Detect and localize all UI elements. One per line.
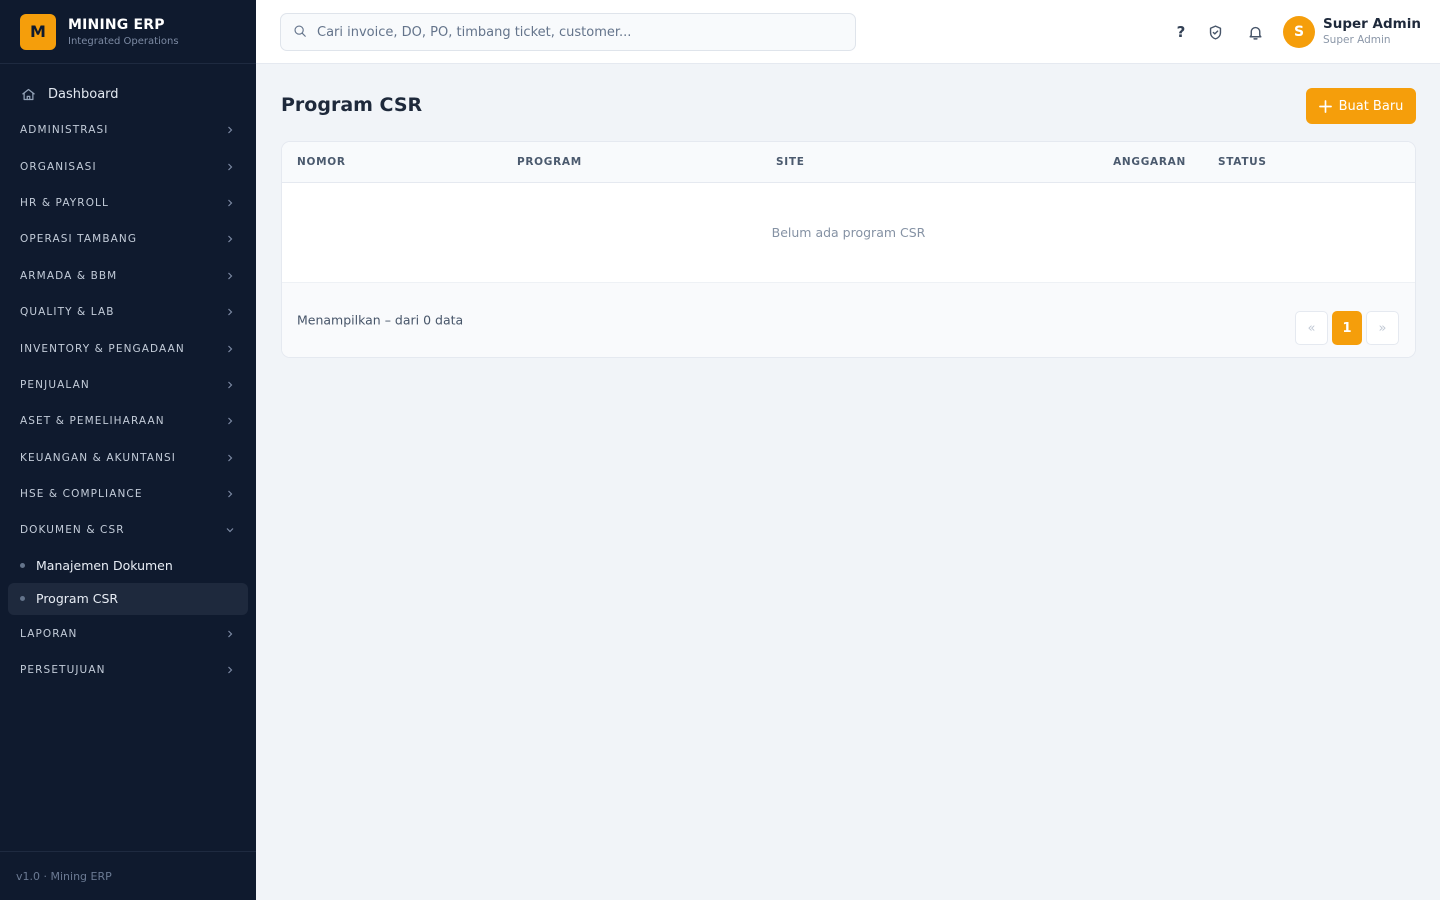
sidebar: M MINING ERP Integrated Operations Dashb… [0, 0, 256, 900]
create-new-label: Buat Baru [1338, 98, 1404, 114]
search-box[interactable] [280, 13, 856, 51]
sidebar-group-armada-bbm[interactable]: ARMADA & BBM [0, 258, 256, 294]
sidebar-group-keuangan-akuntansi[interactable]: KEUANGAN & AKUNTANSI [0, 440, 256, 476]
chevron-right-icon [224, 197, 236, 209]
sidebar-group-hse-compliance[interactable]: HSE & COMPLIANCE [0, 476, 256, 512]
sidebar-group-operasi-tambang[interactable]: OPERASI TAMBANG [0, 221, 256, 257]
sidebar-group-label: OPERASI TAMBANG [20, 233, 138, 246]
brand-name: MINING ERP [68, 16, 165, 33]
chevron-right-icon [224, 306, 236, 318]
sidebar-item-program-csr[interactable]: Program CSR [8, 582, 248, 615]
sidebar-group-quality-lab[interactable]: QUALITY & LAB [0, 294, 256, 330]
chevron-right-icon [224, 452, 236, 464]
brand-text: MINING ERP Integrated Operations [68, 17, 179, 47]
pagination-page-button[interactable]: 1 [1332, 311, 1362, 345]
chevron-right-icon [224, 124, 236, 136]
chevron-right-icon [224, 161, 236, 173]
chevron-right-icon [224, 415, 236, 427]
chevron-right-icon [224, 488, 236, 500]
user-role: Super Admin [1323, 34, 1391, 46]
pagination-summary: Menampilkan – dari 0 data [297, 312, 464, 328]
sidebar-nav: Dashboard ADMINISTRASI ORGANISASI HR & P… [0, 64, 256, 688]
bell-icon[interactable] [1244, 21, 1266, 43]
column-header-status[interactable]: STATUS [1218, 156, 1267, 168]
sidebar-group-label: DOKUMEN & CSR [20, 524, 125, 537]
column-header-site[interactable]: SITE [776, 156, 805, 168]
column-header-nomor[interactable]: NOMOR [297, 156, 346, 168]
chevron-right-icon [224, 379, 236, 391]
csr-table-card: NOMOR PROGRAM SITE ANGGARAN STATUS Belum… [281, 141, 1416, 358]
home-icon [20, 86, 36, 102]
sidebar-group-label: HSE & COMPLIANCE [20, 488, 143, 501]
pagination-prev-button[interactable]: « [1295, 311, 1328, 345]
column-header-program[interactable]: PROGRAM [517, 156, 582, 168]
page-title: Program CSR [281, 94, 423, 116]
sidebar-group-persetujuan[interactable]: PERSETUJUAN [0, 652, 256, 688]
sidebar-group-label: PENJUALAN [20, 378, 90, 391]
help-icon[interactable]: ? [1170, 21, 1192, 43]
sidebar-group-label: QUALITY & LAB [20, 306, 115, 319]
sidebar-group-label: ADMINISTRASI [20, 124, 109, 137]
sidebar-group-inventory-pengadaan[interactable]: INVENTORY & PENGADAAN [0, 330, 256, 366]
sidebar-group-administrasi[interactable]: ADMINISTRASI [0, 112, 256, 148]
chevron-right-icon [224, 628, 236, 640]
brand-logo: M [20, 13, 56, 50]
sidebar-group-hr-payroll[interactable]: HR & PAYROLL [0, 185, 256, 221]
table-header: NOMOR PROGRAM SITE ANGGARAN STATUS [282, 142, 1415, 183]
chevron-right-icon [224, 270, 236, 282]
sidebar-group-laporan[interactable]: LAPORAN [0, 616, 256, 652]
topbar: ? S Super Admin Super Admin [256, 0, 1440, 64]
sidebar-group-label: ASET & PEMELIHARAAN [20, 415, 165, 428]
chevron-right-icon [224, 233, 236, 245]
table-empty-state: Belum ada program CSR [282, 183, 1415, 283]
search-icon [293, 23, 307, 42]
table-footer: Menampilkan – dari 0 data « 1 » [282, 283, 1415, 357]
sidebar-group-aset-pemeliharaan[interactable]: ASET & PEMELIHARAAN [0, 403, 256, 439]
sidebar-group-label: ARMADA & BBM [20, 269, 118, 282]
shield-check-icon[interactable] [1204, 21, 1226, 43]
pagination-next-button[interactable]: » [1366, 311, 1399, 345]
chevron-right-icon [224, 343, 236, 355]
sidebar-group-label: KEUANGAN & AKUNTANSI [20, 451, 177, 464]
sidebar-item-label: Dashboard [48, 86, 119, 102]
sidebar-group-dokumen-csr[interactable]: DOKUMEN & CSR [0, 512, 256, 548]
column-header-anggaran[interactable]: ANGGARAN [1113, 156, 1186, 168]
create-new-button[interactable]: Buat Baru [1306, 88, 1416, 124]
sidebar-group-label: LAPORAN [20, 627, 78, 640]
brand-subtitle: Integrated Operations [68, 35, 179, 47]
sidebar-group-label: HR & PAYROLL [20, 196, 109, 209]
sidebar-group-penjualan[interactable]: PENJUALAN [0, 367, 256, 403]
sidebar-group-organisasi[interactable]: ORGANISASI [0, 148, 256, 184]
sidebar-item-dashboard[interactable]: Dashboard [8, 76, 248, 112]
sidebar-item-label: Manajemen Dokumen [36, 558, 173, 574]
chevron-down-icon [224, 524, 236, 536]
avatar[interactable]: S [1283, 16, 1315, 48]
plus-icon [1318, 99, 1332, 113]
sidebar-item-label: Program CSR [36, 591, 119, 607]
bullet-dot-icon [20, 596, 25, 602]
pagination: « 1 » [1291, 311, 1399, 345]
sidebar-item-manajemen-dokumen[interactable]: Manajemen Dokumen [8, 550, 248, 582]
brand[interactable]: M MINING ERP Integrated Operations [0, 0, 256, 64]
chevron-right-icon [224, 664, 236, 676]
sidebar-group-label: PERSETUJUAN [20, 664, 106, 677]
user-menu[interactable]: Super Admin Super Admin [1323, 16, 1421, 46]
sidebar-group-label: INVENTORY & PENGADAAN [20, 342, 185, 355]
bullet-dot-icon [20, 563, 25, 569]
sidebar-group-label: ORGANISASI [20, 160, 97, 173]
user-name: Super Admin [1323, 16, 1421, 32]
search-input[interactable] [317, 24, 837, 40]
sidebar-footer: v1.0 · Mining ERP [0, 851, 256, 900]
